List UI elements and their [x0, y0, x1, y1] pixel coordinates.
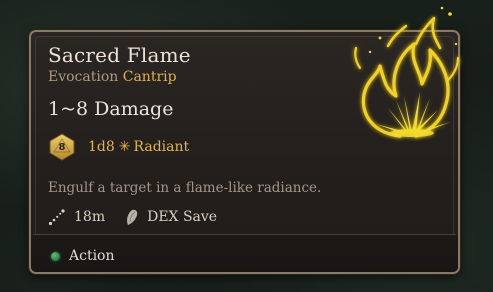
range-icon [48, 208, 65, 225]
d8-number: 8 [58, 142, 66, 153]
save-icon [127, 209, 138, 225]
footer-divider [33, 234, 456, 235]
spell-school: Evocation [48, 69, 119, 85]
spell-name: Sacred Flame [48, 43, 191, 67]
action-cost-row: Action [51, 247, 115, 265]
radiant-icon: ✳ [118, 139, 131, 155]
action-dot-icon [51, 251, 60, 261]
spell-subtitle: Evocation Cantrip [48, 69, 177, 85]
damage-dice-row: 8 1d8 ✳ Radiant [48, 133, 189, 161]
spell-stats-row: 18m DEX Save [48, 207, 217, 227]
spell-save: DEX Save [147, 209, 218, 225]
damage-summary: 1~8 Damage [48, 98, 174, 120]
spell-description: Engulf a target in a flame-like radiance… [48, 180, 322, 196]
sacred-flame-icon [354, 6, 460, 138]
spell-range: 18m [74, 209, 106, 225]
damage-type: Radiant [133, 139, 190, 155]
action-cost: Action [69, 248, 115, 264]
dice-roll: 1d8 [88, 139, 115, 155]
d8-icon: 8 [48, 133, 76, 161]
spell-level: Cantrip [122, 69, 177, 85]
